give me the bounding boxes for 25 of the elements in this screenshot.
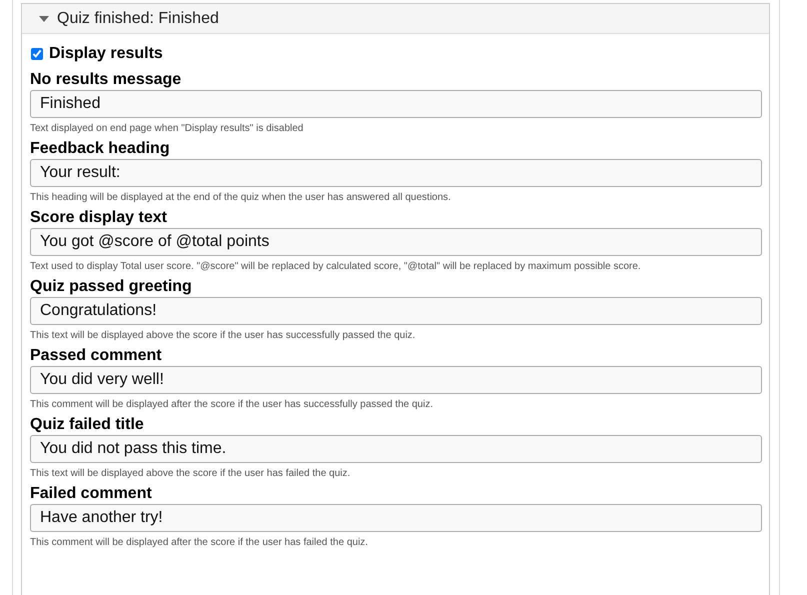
- text-field[interactable]: You did very well!: [30, 366, 762, 394]
- section-header[interactable]: Quiz finished: Finished: [22, 4, 769, 34]
- field-label: No results message: [30, 70, 182, 90]
- field-description: Text displayed on end page when "Display results" is disabled: [30, 122, 304, 135]
- text-field[interactable]: Finished: [30, 90, 762, 118]
- field-label: Passed comment: [30, 346, 163, 366]
- field-description: This text will be displayed above the score if the user has successfully passed the quiz.: [30, 329, 416, 342]
- field-description: This comment will be displayed after the score if the user has failed the quiz.: [30, 536, 369, 549]
- field-description: Text used to display Total user score. "@score" will be replaced by calculated score, "@total" will be replaced by maximum possible score.: [30, 260, 642, 273]
- field-description: This heading will be displayed at the end of the quiz when the user has answered all questions.: [30, 191, 452, 204]
- field-label: Feedback heading: [30, 139, 171, 159]
- text-field[interactable]: Congratulations!: [30, 297, 762, 325]
- checkbox-label: Display results: [49, 45, 163, 63]
- text-field[interactable]: You did not pass this time.: [30, 435, 762, 463]
- field-label: Failed comment: [30, 484, 153, 504]
- field-label: Quiz failed title: [30, 415, 145, 435]
- text-field[interactable]: Have another try!: [30, 504, 762, 532]
- text-field[interactable]: Your result:: [30, 159, 762, 187]
- collapse-triangle-icon: [39, 16, 49, 22]
- field-label: Score display text: [30, 208, 168, 228]
- field-label: Quiz passed greeting: [30, 277, 193, 297]
- field-description: This text will be displayed above the score if the user has failed the quiz.: [30, 467, 352, 480]
- text-field[interactable]: You got @score of @total points: [30, 228, 762, 256]
- field-description: This comment will be displayed after the score if the user has successfully passed the quiz.: [30, 398, 434, 411]
- display-results-checkbox[interactable]: [31, 48, 43, 60]
